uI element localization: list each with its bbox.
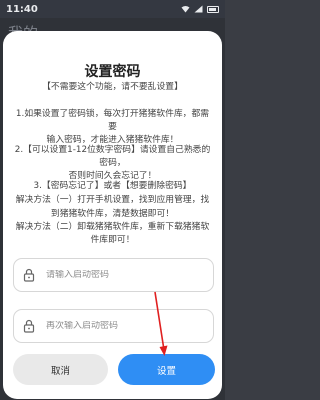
dialog-solution-1-line-1: 解决方法（一）打开手机设置，找到应用管理，找 (15, 195, 210, 205)
battery-icon (207, 5, 219, 13)
dialog-solution-2-line-1: 解决方法（二）卸载猪猪软件库，重新下载猪猪软 (15, 222, 210, 232)
dialog-instruction-2: 2.【可以设置1-12位数字密码】请设置自己熟悉的密码， 否则时间久会忘记了！ (14, 145, 211, 181)
dialog-title: 设置密码 (84, 64, 141, 80)
status-bar: 11:40 (0, 0, 225, 18)
password-input[interactable] (46, 270, 196, 280)
dialog-warning-text: 【不需要这个功能，请不要乱设置】 (42, 82, 183, 92)
lock-icon (23, 268, 35, 282)
password-field[interactable] (13, 258, 214, 292)
status-time: 11:40 (6, 3, 38, 15)
dialog-instruction-3: 3.【密码忘记了】或者【想要删除密码】 (33, 181, 192, 191)
signal-icon (194, 5, 203, 13)
set-password-dialog: 设置密码 【不需要这个功能，请不要乱设置】 1.如果设置了密码锁，每次打开猪猪软… (3, 31, 222, 399)
wifi-icon (181, 6, 190, 13)
dialog-instruction-1: 1.如果设置了密码锁，每次打开猪猪软件库，都需要 输入密码，才能进入猪猪软件库！ (15, 109, 210, 145)
set-button[interactable]: 设置 (118, 354, 215, 385)
lock-icon (23, 319, 35, 333)
dialog-solution-1-line-2: 到猪猪软件库，清楚数据即可！ (50, 209, 175, 219)
cancel-button[interactable]: 取消 (13, 354, 108, 385)
confirm-password-field[interactable] (13, 309, 214, 343)
dialog-solution-2-line-2: 件库即可！ (90, 235, 135, 245)
confirm-password-input[interactable] (46, 321, 196, 331)
